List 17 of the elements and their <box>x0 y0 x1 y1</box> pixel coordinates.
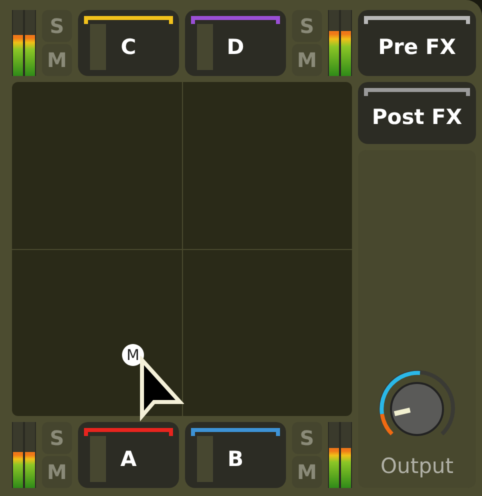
channel-pad[interactable]: A <box>78 422 179 488</box>
channel-pad[interactable]: B <box>185 422 286 488</box>
fader-slot <box>90 24 106 70</box>
level-meter <box>12 10 36 76</box>
mouse-pointer-icon <box>138 356 184 422</box>
fader-slot <box>197 436 213 482</box>
fader-slot <box>197 24 213 70</box>
post-fx-button[interactable]: Post FX <box>358 82 476 144</box>
pre-fx-button[interactable]: Pre FX <box>358 10 476 76</box>
output-label: Output <box>380 454 454 478</box>
level-meter <box>328 422 352 488</box>
puck-handle[interactable]: M <box>122 344 144 366</box>
level-meter <box>328 10 352 76</box>
fader-slot <box>90 436 106 482</box>
level-meter <box>12 422 36 488</box>
channel-pad[interactable]: D <box>185 10 286 76</box>
channel-pad[interactable]: C <box>78 10 179 76</box>
